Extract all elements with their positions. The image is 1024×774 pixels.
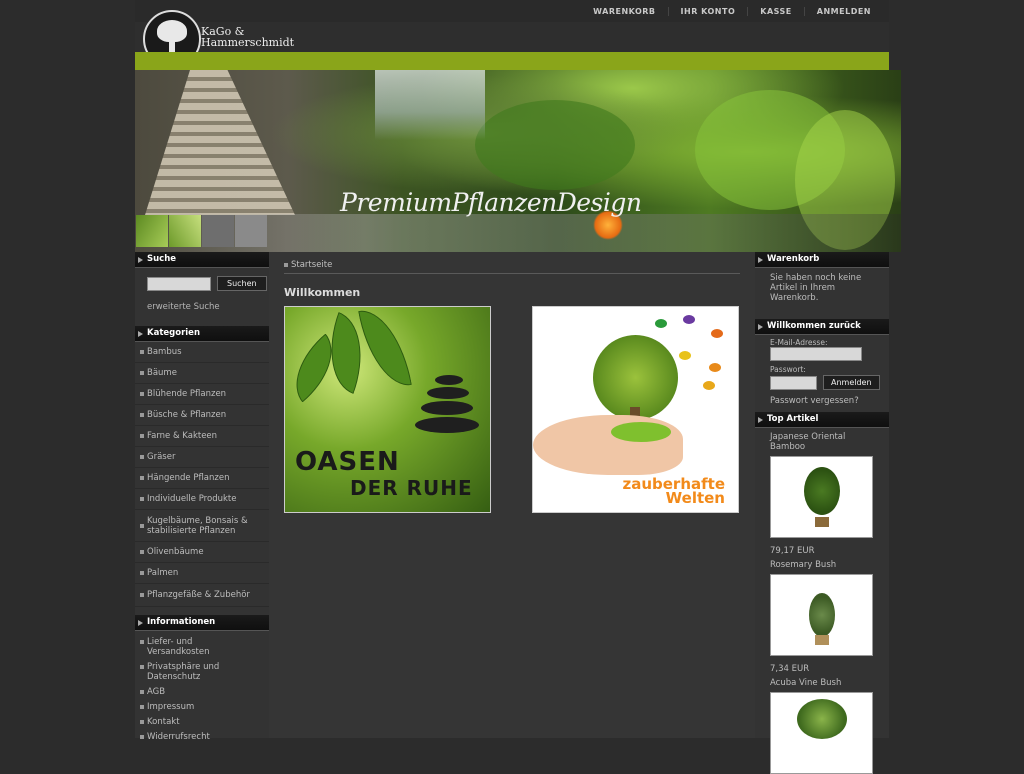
category-item-graeser[interactable]: Gräser: [135, 447, 269, 468]
category-item-bluehende[interactable]: Blühende Pflanzen: [135, 384, 269, 405]
password-field[interactable]: [770, 375, 817, 390]
nav-checkout-link[interactable]: KASSE: [747, 6, 804, 16]
login-button[interactable]: Anmelden: [823, 375, 880, 390]
category-item-palmen[interactable]: Palmen: [135, 563, 269, 584]
top-articles-heading: Top Artikel: [755, 412, 889, 428]
top-bar: WARENKORB IHR KONTO KASSE ANMELDEN: [135, 0, 889, 23]
banner-title: PremiumPflanzenDesign: [340, 188, 642, 217]
promo-welten-banner[interactable]: zauberhafte Welten: [532, 306, 739, 513]
nav-cart-link[interactable]: WARENKORB: [581, 7, 667, 16]
divider: [284, 273, 740, 274]
top-article-price: 79,17 EUR: [770, 546, 815, 556]
search-heading: Suche: [135, 252, 269, 268]
nav-account-link[interactable]: IHR KONTO: [667, 6, 748, 16]
info-heading: Informationen: [135, 615, 269, 631]
promo-oasen-banner[interactable]: OASEN DER RUHE: [284, 306, 491, 513]
advanced-search-link[interactable]: erweiterte Suche: [147, 302, 269, 312]
category-item-olivenbaeume[interactable]: Olivenbäume: [135, 542, 269, 563]
accent-bar: [135, 52, 889, 70]
cart-heading: Warenkorb: [755, 252, 889, 268]
search-input[interactable]: [147, 276, 211, 291]
forgot-password-link[interactable]: Passwort vergessen?: [755, 390, 889, 412]
info-list: Liefer- und Versandkosten Privatsphäre u…: [135, 631, 269, 744]
category-item-farne[interactable]: Farne & Kakteen: [135, 426, 269, 447]
product-image-acuba[interactable]: [770, 692, 873, 774]
product-image-rosemary[interactable]: [770, 574, 873, 656]
info-revocation-link[interactable]: Widerrufsrecht: [135, 729, 269, 744]
info-shipping-link[interactable]: Liefer- und Versandkosten: [135, 634, 243, 659]
cart-empty-text: Sie haben noch keine Artikel in Ihrem Wa…: [770, 273, 862, 303]
category-item-individuelle[interactable]: Individuelle Produkte: [135, 489, 269, 510]
top-article-name[interactable]: Acuba Vine Bush: [755, 674, 889, 688]
stairs-image: [145, 70, 295, 215]
info-terms-link[interactable]: AGB: [135, 684, 269, 699]
promo-oasen-line1: OASEN: [295, 447, 400, 477]
info-contact-link[interactable]: Kontakt: [135, 714, 269, 729]
nav-login-link[interactable]: ANMELDEN: [803, 6, 883, 16]
brand-name[interactable]: KaGo & Hammerschmidt: [201, 26, 294, 48]
top-article-name[interactable]: Rosemary Bush: [755, 556, 889, 570]
promo-oasen-line2: DER RUHE: [350, 476, 473, 500]
page: WARENKORB IHR KONTO KASSE ANMELDEN KaGo …: [135, 0, 901, 774]
left-sidebar: Suche Suchen erweiterte Suche Kategorien…: [135, 252, 269, 742]
password-label: Passwort:: [770, 365, 806, 374]
banner-thumb: [235, 215, 267, 247]
banner-thumb: [169, 215, 201, 247]
search-button[interactable]: Suchen: [217, 276, 267, 291]
info-privacy-link[interactable]: Privatsphäre und Datenschutz: [135, 659, 243, 684]
promo-oasen-text: OASEN DER RUHE: [295, 449, 473, 501]
main-content: Startseite Willkommen OASEN DER RUHE zau…: [284, 252, 740, 738]
category-item-kugelbaeume[interactable]: Kugelbäume, Bonsais & stabilisierte Pfla…: [135, 510, 269, 542]
banner-thumb: [136, 215, 168, 247]
email-label: E-Mail-Adresse:: [770, 338, 828, 347]
login-heading: Willkommen zurück: [755, 319, 889, 335]
category-item-bambus[interactable]: Bambus: [135, 342, 269, 363]
category-item-pflanzgefaesse[interactable]: Pflanzgefäße & Zubehör: [135, 584, 269, 607]
categories-heading: Kategorien: [135, 326, 269, 342]
breadcrumb[interactable]: Startseite: [284, 260, 332, 270]
promo-welten-line2: Welten: [665, 489, 725, 507]
top-article-price: 7,34 EUR: [770, 664, 810, 674]
right-sidebar: Warenkorb Sie haben noch keine Artikel i…: [755, 252, 889, 774]
search-box: Suchen erweiterte Suche: [135, 268, 269, 326]
top-article-name[interactable]: Japanese Oriental Bamboo: [755, 428, 889, 452]
email-field[interactable]: [770, 347, 862, 361]
category-list: Bambus Bäume Blühende Pflanzen Büsche & …: [135, 342, 269, 607]
top-nav: WARENKORB IHR KONTO KASSE ANMELDEN: [581, 0, 883, 22]
hero-banner: PremiumPflanzenDesign: [135, 70, 901, 252]
promo-welten-text: zauberhafte Welten: [595, 477, 725, 507]
category-item-baeume[interactable]: Bäume: [135, 363, 269, 384]
category-item-buesche[interactable]: Büsche & Pflanzen: [135, 405, 269, 426]
banner-thumb: [202, 215, 234, 247]
category-item-haengende[interactable]: Hängende Pflanzen: [135, 468, 269, 489]
brand-line-2: Hammerschmidt: [201, 36, 295, 49]
product-image-bamboo[interactable]: [770, 456, 873, 538]
info-imprint-link[interactable]: Impressum: [135, 699, 269, 714]
page-title: Willkommen: [284, 286, 361, 299]
